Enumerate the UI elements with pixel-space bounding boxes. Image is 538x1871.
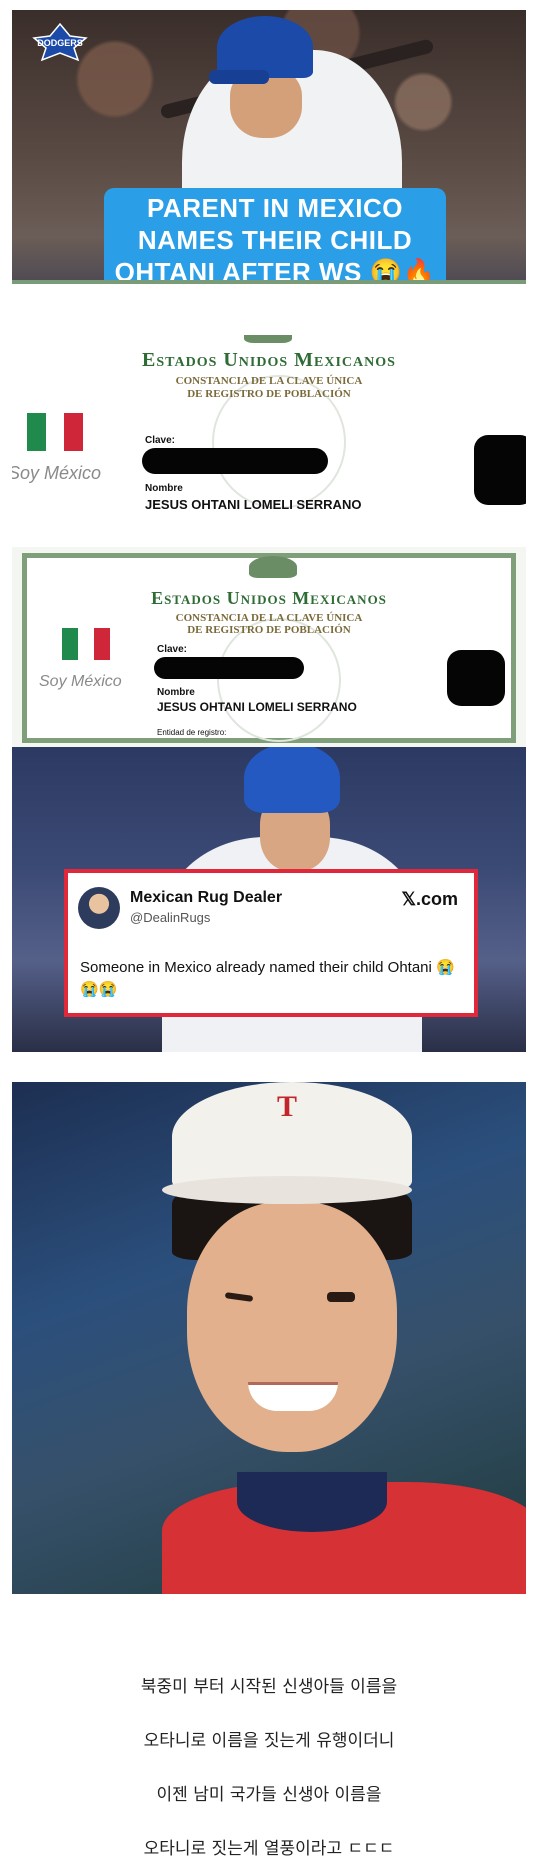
cap-logo-icon: T	[277, 1090, 298, 1123]
eye-wink	[224, 1292, 254, 1302]
nombre-value: JESUS OHTANI LOMELI SERRANO	[145, 497, 362, 512]
redacted-qr	[447, 650, 505, 706]
nombre-label: Nombre	[157, 687, 195, 698]
eye	[327, 1292, 355, 1302]
ohtani-portrait-photo: T	[12, 1082, 526, 1594]
entidad-label: Entidad de registro:	[157, 728, 227, 737]
tweet-handle[interactable]: @DealinRugs	[130, 910, 210, 925]
avatar[interactable]	[78, 887, 120, 929]
redacted-clave	[142, 448, 328, 474]
korean-caption-line: 북중미 부터 시작된 신생아들 이름을	[140, 1677, 398, 1697]
tweet-display-name[interactable]: Mexican Rug Dealer	[130, 889, 282, 907]
doc-subtitle: CONSTANCIA DE LA CLAVE ÚNICA	[175, 375, 363, 387]
document-frame: Estados Unidos Mexicanos CONSTANCIA DE L…	[22, 553, 516, 743]
soy-mexico-text: Soy México	[12, 463, 102, 483]
mexico-flag-icon	[62, 628, 110, 660]
korean-caption-line: 오타니로 이름을 짓는게 유행이더니	[143, 1731, 395, 1751]
mexico-flag-icon	[27, 413, 84, 451]
headline-caption: PARENT IN MEXICO NAMES THEIR CHILD OHTAN…	[104, 188, 446, 292]
player-face	[187, 1202, 397, 1452]
doc-title: Estados Unidos Mexicanos	[142, 349, 396, 371]
curp-document-framed: Estados Unidos Mexicanos CONSTANCIA DE L…	[12, 547, 526, 747]
curp-document-cropped: Estados Unidos Mexicanos CONSTANCIA DE L…	[12, 335, 526, 520]
tweet-card[interactable]: Mexican Rug Dealer @DealinRugs 𝕏.com Som…	[64, 869, 478, 1017]
ohtani-batting-photo: DODGERS PARENT IN MEXICO NAMES THEIR CHI…	[12, 10, 526, 335]
tweet-text: Someone in Mexico already named their ch…	[80, 959, 455, 998]
x-logo-icon: 𝕏.com	[401, 889, 458, 909]
clave-label: Clave:	[145, 435, 176, 446]
clave-label: Clave:	[157, 644, 188, 655]
ohtani-celebrating-photo: Mexican Rug Dealer @DealinRugs 𝕏.com Som…	[12, 747, 526, 1052]
logo-text: DODGERS	[37, 38, 83, 48]
redacted-qr	[474, 435, 526, 505]
caption-line: NAMES THEIR CHILD	[137, 225, 413, 255]
coat-of-arms-icon	[249, 556, 297, 578]
jersey-collar	[237, 1472, 387, 1532]
coat-of-arms-icon	[244, 335, 292, 343]
dodgers-logo: DODGERS	[30, 22, 90, 70]
soy-mexico-text: Soy México	[39, 673, 122, 690]
nombre-value: JESUS OHTANI LOMELI SERRANO	[157, 700, 357, 714]
korean-caption-line: 오타니로 짓는게 열풍이라고 ㄷㄷㄷ	[143, 1839, 395, 1859]
caption-line: PARENT IN MEXICO	[147, 193, 403, 223]
doc-title: Estados Unidos Mexicanos	[151, 588, 387, 608]
batting-helmet	[209, 16, 313, 84]
batting-helmet	[244, 747, 340, 813]
document-edge	[12, 280, 526, 335]
nombre-label: Nombre	[145, 483, 183, 494]
doc-subtitle: DE REGISTRO DE POBLACIÓN	[187, 388, 351, 400]
dodgers-logo-icon: DODGERS	[32, 22, 88, 62]
korean-caption-line: 이젠 남미 국가들 신생아 이름을	[156, 1785, 382, 1805]
redacted-clave	[154, 657, 304, 679]
